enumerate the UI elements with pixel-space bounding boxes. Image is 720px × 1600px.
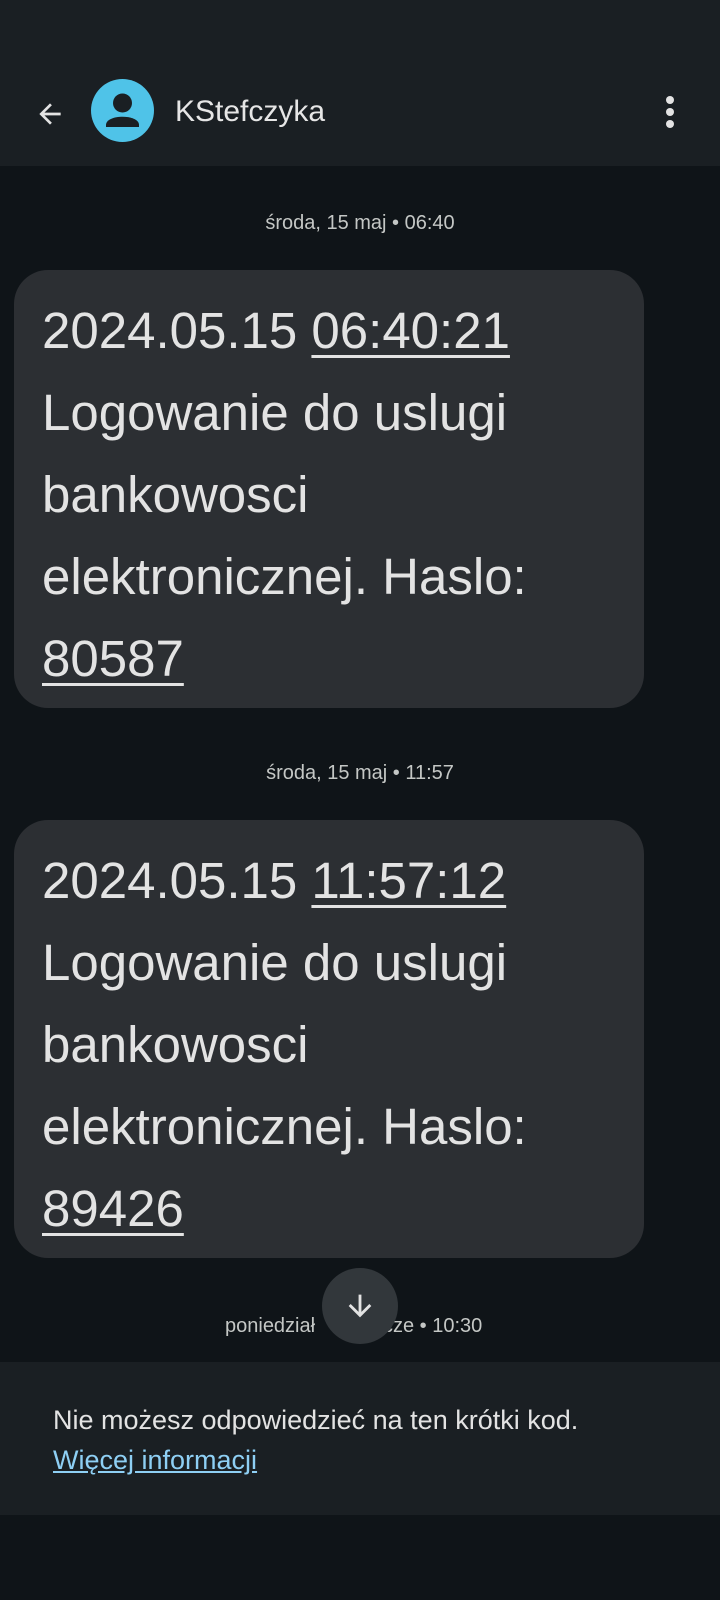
arrow-left-icon <box>39 103 61 125</box>
scroll-to-bottom-button[interactable] <box>322 1268 398 1344</box>
message-line: bankowosci <box>42 1016 309 1073</box>
contact-name[interactable]: KStefczyka <box>175 90 325 134</box>
message-date: 2024.05.15 <box>42 852 298 909</box>
more-info-link[interactable]: Więcej informacji <box>53 1440 257 1480</box>
person-icon <box>106 93 139 127</box>
message-bubble[interactable]: 2024.05.15 06:40:21 Logowanie do uslugi … <box>14 270 644 708</box>
back-button[interactable] <box>26 90 74 138</box>
contact-avatar[interactable] <box>91 79 154 142</box>
message-line: Logowanie do uslugi <box>42 384 508 441</box>
message-line: 2024.05.15 11:57:12 <box>42 840 616 922</box>
message-line: 2024.05.15 06:40:21 <box>42 290 616 372</box>
more-vertical-icon <box>666 96 674 128</box>
status-bar <box>0 0 720 58</box>
code-link[interactable]: 80587 <box>42 630 184 687</box>
date-separator-partial-right: cze • 10:30 <box>383 1315 483 1337</box>
message-line: Logowanie do uslugi <box>42 934 508 991</box>
reply-disabled-panel: Nie możesz odpowiedzieć na ten krótki ko… <box>0 1362 720 1515</box>
conversation-header: KStefczyka <box>0 58 720 166</box>
date-separator: środa, 15 maj • 06:40 <box>265 212 455 234</box>
message-bubble[interactable]: 2024.05.15 11:57:12 Logowanie do uslugi … <box>14 820 644 1258</box>
message-line: elektronicznej. Haslo: <box>42 1098 527 1155</box>
message-line: 89426 <box>42 1168 616 1250</box>
message-line: bankowosci <box>42 466 309 523</box>
arrow-down-icon <box>348 1294 372 1318</box>
date-separator-partial-left: poniedział <box>225 1315 316 1337</box>
date-separator: środa, 15 maj • 11:57 <box>266 762 454 784</box>
message-line: elektronicznej. Haslo: <box>42 548 527 605</box>
time-link[interactable]: 11:57:12 <box>311 852 506 909</box>
time-link[interactable]: 06:40:21 <box>311 302 510 359</box>
message-date: 2024.05.15 <box>42 302 298 359</box>
reply-disabled-notice: Nie możesz odpowiedzieć na ten krótki ko… <box>53 1405 579 1435</box>
code-link[interactable]: 89426 <box>42 1180 184 1237</box>
message-line: 80587 <box>42 618 616 700</box>
more-options-button[interactable] <box>650 86 690 138</box>
